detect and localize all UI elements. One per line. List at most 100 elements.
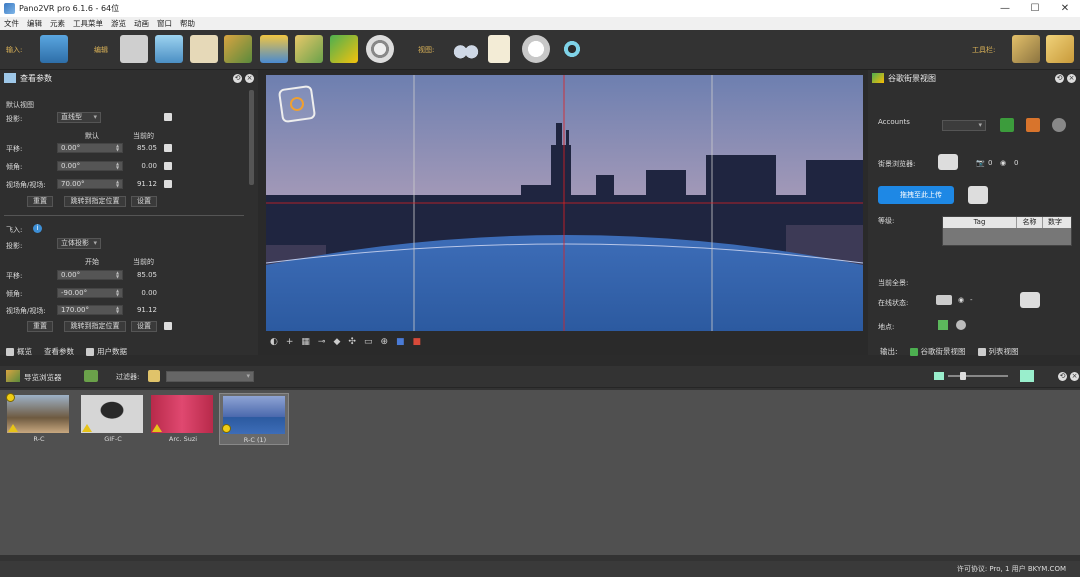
status-toggle-icon[interactable] <box>936 295 952 305</box>
eye-icon[interactable] <box>558 35 586 63</box>
slider-handle[interactable] <box>960 372 966 380</box>
flyin-copy-icon[interactable] <box>164 322 172 330</box>
film-reel-icon[interactable] <box>366 35 394 63</box>
menu-tour[interactable]: 游览 <box>111 18 126 29</box>
tab-user-data[interactable]: 用户数据 <box>86 346 127 357</box>
tab-list-view[interactable]: 列表视图 <box>977 346 1019 357</box>
upload-button[interactable]: 拖拽至此上传 <box>878 186 954 204</box>
floorplan-icon[interactable] <box>260 35 288 63</box>
tour-map-icon[interactable] <box>224 35 252 63</box>
thumb-size-slider[interactable] <box>948 372 1008 380</box>
equalizer-icon[interactable] <box>120 35 148 63</box>
close-panel-icon[interactable]: × <box>1070 372 1079 381</box>
place-settings-icon[interactable] <box>956 320 966 330</box>
tab-google-street-view[interactable]: 谷歌街景视图 <box>909 346 966 357</box>
set-button[interactable]: 设置 <box>131 196 157 207</box>
move-icon[interactable]: ✣ <box>348 337 356 347</box>
flyin-jump-button[interactable]: 跳转到指定位置 <box>64 321 126 332</box>
tab-overview[interactable]: 概览 <box>6 346 32 357</box>
undock-icon[interactable]: ⟲ <box>1055 73 1064 83</box>
flyin-tilt-input[interactable]: -90.00° <box>57 288 123 298</box>
clipboard-icon[interactable] <box>488 35 510 63</box>
flyin-projection-select[interactable]: 立体投影 <box>57 238 101 249</box>
red-rect-icon[interactable]: ■ <box>413 337 422 347</box>
tools-icon[interactable] <box>1012 35 1040 63</box>
number-header[interactable]: 数字 <box>1043 217 1067 228</box>
jump-to-button[interactable]: 跳转到指定位置 <box>64 196 126 207</box>
fov-copy-icon[interactable] <box>164 180 172 188</box>
thumbnail-caption: GIF-C <box>104 435 122 443</box>
tilt-input[interactable]: 0.00° <box>57 161 123 171</box>
thumbnail-item[interactable]: Arc. Suzi <box>148 393 218 445</box>
view-params-panel: 查看参数 ⟲ × 默认视图 投影: 直线型 默认 当前的 平移: 0.00° 8… <box>0 70 258 355</box>
add-place-icon[interactable] <box>938 320 948 330</box>
flyin-set-button[interactable]: 设置 <box>131 321 157 332</box>
accounts-select[interactable] <box>942 120 986 131</box>
menu-help[interactable]: 帮助 <box>180 18 195 29</box>
menu-animation[interactable]: 动画 <box>134 18 149 29</box>
pan-input[interactable]: 0.00° <box>57 143 123 153</box>
patch-icon[interactable] <box>295 35 323 63</box>
projection-copy-icon[interactable] <box>164 113 172 121</box>
filter-pencil-icon[interactable] <box>148 370 160 382</box>
flyin-reset-button[interactable]: 重置 <box>27 321 53 332</box>
menu-file[interactable]: 文件 <box>4 18 19 29</box>
crosshair-icon[interactable]: + <box>286 337 294 347</box>
refresh-icon[interactable] <box>1052 118 1066 132</box>
menu-tools[interactable]: 工具菜单 <box>73 18 103 29</box>
menu-elements[interactable]: 元素 <box>50 18 65 29</box>
projection-select[interactable]: 直线型 <box>57 112 101 123</box>
compass-icon[interactable]: ◐ <box>270 337 278 347</box>
binoculars-icon[interactable] <box>452 35 480 63</box>
ruler-icon[interactable]: ⊸ <box>318 337 326 347</box>
thumbnail-item[interactable]: R-C <box>4 393 74 445</box>
tag-header[interactable]: Tag <box>943 217 1017 228</box>
panorama-viewer[interactable] <box>266 75 863 331</box>
target-icon[interactable]: ⊕ <box>380 337 388 347</box>
cloud-icon[interactable] <box>938 154 958 170</box>
status-bar: 许可协议: Pro, 1 用户 BKYM.COM <box>0 561 1080 577</box>
thumbnail-caption: R-C <box>33 435 45 443</box>
shield-icon[interactable] <box>1000 118 1014 132</box>
close-button[interactable]: ✕ <box>1050 0 1080 17</box>
minimize-button[interactable]: — <box>990 0 1020 17</box>
google-maps-icon[interactable] <box>330 35 358 63</box>
maximize-button[interactable]: ☐ <box>1020 0 1050 17</box>
menu-bar: 文件 编辑 元素 工具菜单 游览 动画 窗口 帮助 <box>0 17 1080 30</box>
thumbnail-item-selected[interactable]: R-C (1) <box>219 393 289 445</box>
thumbnail-item[interactable]: GIF-C <box>78 393 148 445</box>
tour-tool-icon[interactable] <box>84 370 98 382</box>
tour-browser-panel: 导览浏览器 过滤器: ⟲ × R-C GIF-C Arc. Suzi <box>0 366 1080 561</box>
frame-icon[interactable]: ▭ <box>364 337 373 347</box>
add-panorama-icon[interactable] <box>40 35 68 63</box>
remove-account-icon[interactable] <box>1026 118 1040 132</box>
undock-icon[interactable]: ⟲ <box>1058 372 1067 381</box>
close-panel-icon[interactable]: × <box>245 73 254 83</box>
menu-edit[interactable]: 编辑 <box>27 18 42 29</box>
close-panel-icon[interactable]: × <box>1067 73 1076 83</box>
package-icon[interactable] <box>1046 35 1074 63</box>
viewing-params-icon[interactable] <box>155 35 183 63</box>
menu-window[interactable]: 窗口 <box>157 18 172 29</box>
fov-input[interactable]: 70.00° <box>57 179 123 189</box>
info-icon[interactable]: i <box>33 224 42 233</box>
undock-icon[interactable]: ⟲ <box>233 73 242 83</box>
name-header[interactable]: 名称 <box>1017 217 1043 228</box>
filter-input[interactable] <box>166 371 254 382</box>
tab-view-params[interactable]: 查看参数 <box>44 346 74 357</box>
tab-output[interactable]: 输出: <box>880 346 898 357</box>
scrollbar[interactable] <box>249 90 254 185</box>
speedometer-icon[interactable] <box>522 35 550 63</box>
publish-cloud-icon[interactable] <box>1020 292 1040 308</box>
flyin-fov-input[interactable]: 170.00° <box>57 305 123 315</box>
pan-copy-icon[interactable] <box>164 144 172 152</box>
blue-rect-icon[interactable]: ■ <box>396 337 405 347</box>
compass-target-icon[interactable] <box>277 84 317 124</box>
tilt-copy-icon[interactable] <box>164 162 172 170</box>
reset-button[interactable]: 重置 <box>27 196 53 207</box>
user-data-icon[interactable] <box>190 35 218 63</box>
flyin-pan-input[interactable]: 0.00° <box>57 270 123 280</box>
hotspot-icon[interactable]: ◆ <box>333 337 340 347</box>
grid-icon[interactable]: ▦ <box>301 337 310 347</box>
cloud-upload-icon[interactable] <box>968 186 988 204</box>
